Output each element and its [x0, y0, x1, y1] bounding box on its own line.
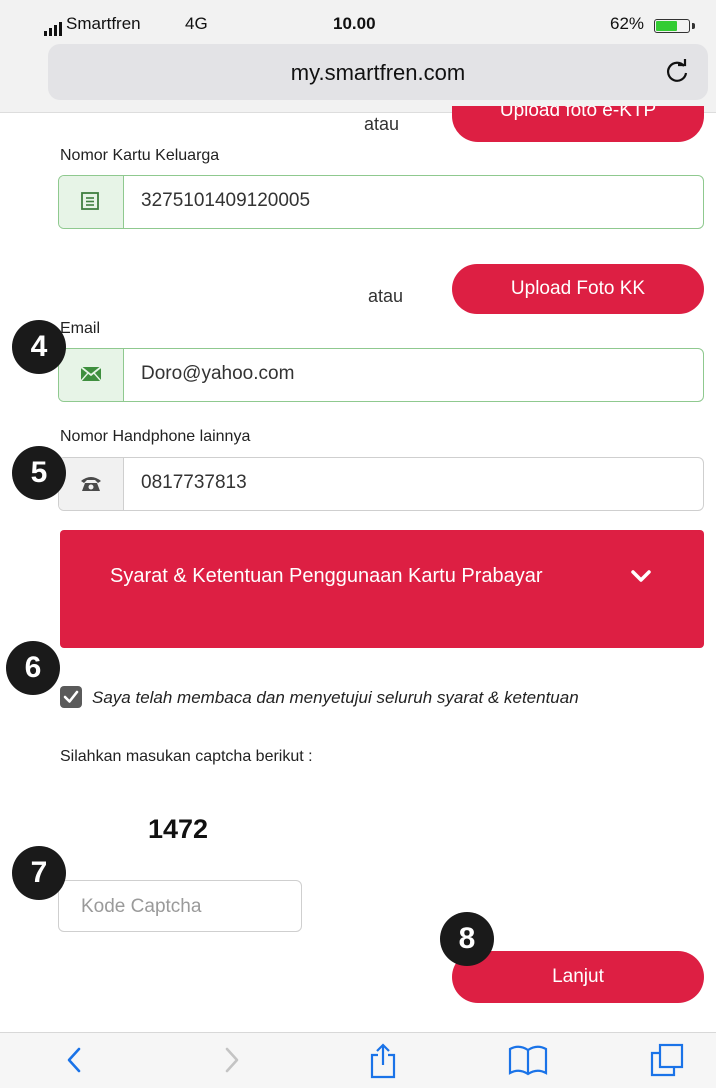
kk-prefix	[59, 176, 124, 228]
status-bar: Smartfren 4G 10.00 62%	[0, 0, 716, 40]
phone-label: Nomor Handphone lainnya	[60, 428, 251, 445]
reload-icon[interactable]	[664, 58, 690, 84]
phone-prefix	[59, 458, 124, 510]
back-icon[interactable]	[62, 1043, 86, 1077]
atau-separator-kk: atau	[368, 286, 404, 306]
step-badge-6: 6	[6, 641, 60, 695]
captcha-placeholder: Kode Captcha	[81, 896, 202, 917]
upload-ktp-button[interactable]: Upload foto e-KTP	[452, 106, 704, 142]
checkmark-icon	[63, 690, 79, 703]
upload-ktp-label: Upload foto e-KTP	[499, 106, 657, 121]
step-badge-5: 5	[12, 446, 66, 500]
envelope-icon	[80, 366, 102, 382]
email-field[interactable]: Doro@yahoo.com	[58, 348, 704, 402]
network-type: 4G	[185, 14, 208, 33]
address-bar[interactable]: my.smartfren.com	[48, 44, 708, 100]
chevron-down-icon	[631, 570, 651, 582]
phone-icon	[81, 477, 101, 491]
battery-icon	[654, 19, 695, 33]
email-value: Doro@yahoo.com	[141, 363, 295, 384]
email-prefix	[59, 349, 124, 401]
atau-separator-ktp: atau	[364, 114, 400, 134]
battery-percent: 62%	[610, 14, 645, 33]
step-badge-7: 7	[12, 846, 66, 900]
email-label: Email	[60, 320, 101, 337]
step-badge-8: 8	[440, 912, 494, 966]
status-time: 10.00	[333, 14, 376, 33]
captcha-label: Silahkan masukan captcha berikut :	[60, 748, 313, 765]
kk-value: 3275101409120005	[141, 190, 311, 211]
captcha-input[interactable]: Kode Captcha	[58, 880, 302, 932]
signal-icon	[44, 18, 64, 36]
upload-kk-button[interactable]: Upload Foto KK	[452, 264, 704, 314]
agree-text: Saya telah membaca dan menyetujui seluru…	[92, 688, 579, 707]
step-badge-4: 4	[12, 320, 66, 374]
kk-field[interactable]: 3275101409120005	[58, 175, 704, 229]
phone-value: 0817737813	[141, 472, 247, 493]
terms-accordion[interactable]: Syarat & Ketentuan Penggunaan Kartu Prab…	[60, 530, 704, 648]
share-icon[interactable]	[368, 1043, 398, 1079]
submit-button[interactable]: Lanjut	[452, 951, 704, 1003]
phone-field[interactable]: 0817737813	[58, 457, 704, 511]
kk-label: Nomor Kartu Keluarga	[60, 147, 220, 164]
card-icon	[81, 192, 99, 210]
carrier-name: Smartfren	[66, 14, 141, 33]
browser-toolbar	[0, 1032, 716, 1088]
forward-icon[interactable]	[220, 1043, 244, 1077]
agree-checkbox[interactable]	[60, 686, 82, 708]
bookmarks-icon[interactable]	[508, 1043, 548, 1077]
terms-title: Syarat & Ketentuan Penggunaan Kartu Prab…	[110, 565, 543, 587]
url-text: my.smartfren.com	[290, 60, 466, 85]
tabs-icon[interactable]	[650, 1043, 684, 1077]
captcha-code: 1472	[148, 814, 209, 844]
